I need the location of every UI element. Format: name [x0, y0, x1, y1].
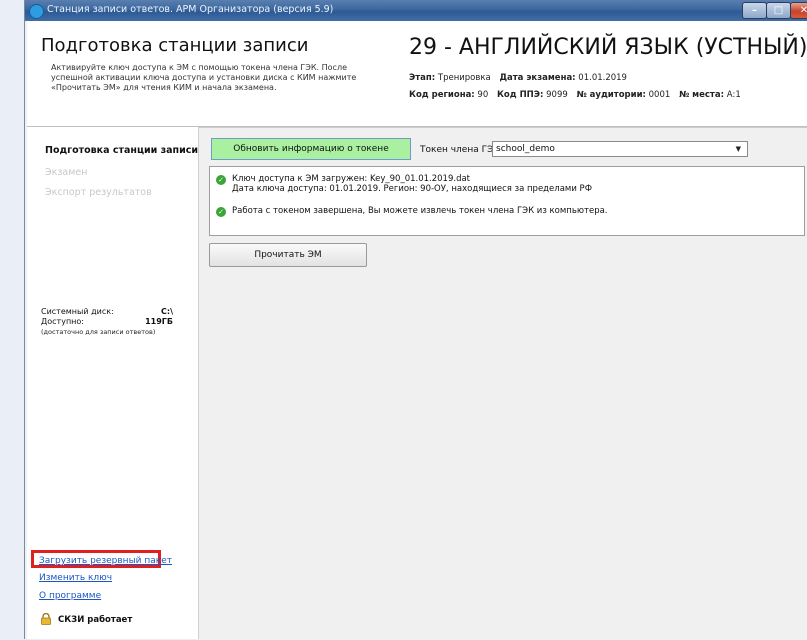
minimize-button[interactable]: –	[742, 2, 767, 19]
system-disk-label: Системный диск:	[41, 307, 114, 316]
close-icon: ✕	[799, 5, 807, 16]
log-entry-line: Работа с токеном завершена, Вы можете из…	[232, 206, 608, 216]
room-label: № аудитории:	[576, 90, 646, 100]
seat-value: А:1	[726, 90, 741, 100]
update-token-button[interactable]: Обновить информацию о токене	[211, 138, 411, 160]
maximize-button[interactable]: □	[766, 2, 791, 19]
app-window: Станция записи ответов. АРМ Организатора…	[24, 0, 807, 640]
page-header: Подготовка станции записи Активируйте кл…	[27, 21, 807, 127]
exam-meta-row-2: Код региона: 90 Код ППЭ: 9099 № аудитори…	[409, 90, 747, 100]
token-select[interactable]: school_demo ▼	[492, 141, 748, 157]
region-value: 90	[477, 90, 489, 100]
disk-info: Системный диск: C:\ Доступно: 119ГБ (доста…	[41, 307, 173, 337]
room-value: 0001	[648, 90, 671, 100]
lock-icon	[41, 613, 51, 625]
skzi-status: СКЗИ работает	[58, 615, 133, 625]
title-bar[interactable]: Станция записи ответов. АРМ Организатора…	[25, 0, 807, 21]
region-label: Код региона:	[409, 90, 475, 100]
check-icon: ✓	[216, 207, 226, 217]
log-entry-line: Ключ доступа к ЭМ загружен: Key_90_01.01…	[232, 174, 471, 184]
stage-value: Тренировка	[437, 73, 491, 83]
exam-date-label: Дата экзамена:	[499, 73, 576, 83]
system-disk-value: C:\	[161, 307, 173, 316]
seat-label: № места:	[678, 90, 724, 100]
sidebar: Подготовка станции записи Экзамен Экспор…	[27, 127, 199, 639]
page-description: Активируйте ключ доступа к ЭМ с помощью …	[51, 63, 357, 92]
change-key-link[interactable]: Изменить ключ	[39, 573, 112, 583]
free-space-note: (достаточно для записи ответов)	[41, 328, 156, 336]
main-panel: Обновить информацию о токене Токен члена…	[199, 127, 807, 640]
sidebar-item-exam: Экзамен	[45, 167, 88, 178]
load-backup-link[interactable]: Загрузить резервный пакет	[39, 556, 172, 566]
exam-date-value: 01.01.2019	[578, 73, 627, 83]
exam-meta-row-1: Этап: Тренировка Дата экзамена: 01.01.20…	[409, 73, 633, 83]
log-entry: ✓ Работа с токеном завершена, Вы можете …	[216, 206, 608, 217]
maximize-icon: □	[773, 5, 784, 16]
log-entry: ✓ Ключ доступа к ЭМ загружен: Key_90_01.…	[216, 174, 592, 194]
check-icon: ✓	[216, 175, 226, 185]
chevron-down-icon: ▼	[735, 145, 741, 153]
log-panel: ✓ Ключ доступа к ЭМ загружен: Key_90_01.…	[209, 166, 805, 236]
page-title: Подготовка станции записи	[41, 35, 309, 56]
log-entry-line: Дата ключа доступа: 01.01.2019. Регион: …	[232, 184, 593, 194]
read-em-button[interactable]: Прочитать ЭМ	[209, 243, 367, 267]
sidebar-item-export: Экспорт результатов	[45, 187, 152, 198]
ppe-value: 9099	[546, 90, 568, 100]
ppe-label: Код ППЭ:	[496, 90, 544, 100]
free-space-label: Доступно:	[41, 317, 84, 326]
free-space-value: 119ГБ	[145, 317, 173, 326]
exam-title: 29 - АНГЛИЙСКИЙ ЯЗЫК (УСТНЫЙ)	[409, 35, 807, 60]
about-link[interactable]: О программе	[39, 591, 101, 601]
minimize-icon: –	[752, 5, 757, 16]
sidebar-item-preparation[interactable]: Подготовка станции записи	[45, 145, 198, 156]
app-icon	[29, 4, 44, 19]
window-title: Станция записи ответов. АРМ Организатора…	[47, 4, 334, 15]
token-label: Токен члена ГЭК	[420, 145, 500, 155]
stage-label: Этап:	[409, 73, 436, 83]
close-button[interactable]: ✕	[790, 2, 807, 19]
token-select-value: school_demo	[496, 144, 555, 154]
